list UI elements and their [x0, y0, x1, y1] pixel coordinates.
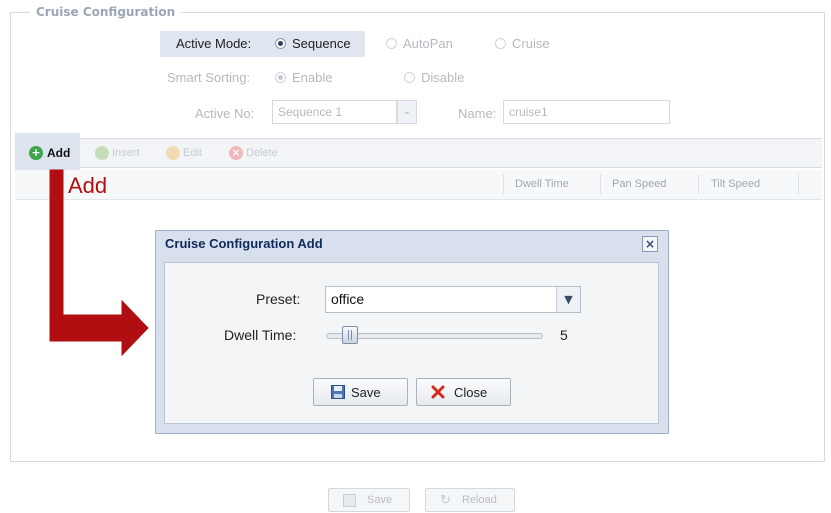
column-pan-speed[interactable]: Pan Speed: [612, 178, 666, 190]
panel-legend: Cruise Configuration: [30, 5, 182, 19]
add-button[interactable]: Add: [47, 146, 70, 160]
insert-button[interactable]: Insert: [112, 147, 140, 159]
column-dwell-time[interactable]: Dwell Time: [515, 178, 569, 190]
active-mode-label: Active Mode:: [176, 36, 252, 51]
dialog-close-button[interactable]: Close: [416, 378, 511, 406]
grid-header: [15, 170, 822, 200]
dwell-time-value: 5: [560, 327, 568, 343]
add-icon[interactable]: +: [29, 146, 43, 160]
column-separator: [798, 174, 799, 194]
dialog-save-button[interactable]: Save: [313, 378, 408, 406]
chevron-down-icon[interactable]: ▼: [556, 287, 580, 312]
delete-icon[interactable]: ×: [229, 146, 243, 160]
active-no-select[interactable]: Sequence 1: [272, 100, 397, 124]
radio-enable[interactable]: [275, 72, 286, 83]
dwell-time-slider-track[interactable]: [326, 333, 543, 339]
column-separator: [503, 174, 504, 194]
column-separator: [698, 174, 699, 194]
edit-icon[interactable]: [166, 146, 180, 160]
slider-grip-icon: [348, 330, 352, 340]
radio-autopan-label[interactable]: AutoPan: [403, 36, 453, 51]
reload-icon: ↻: [440, 492, 451, 507]
name-label: Name:: [458, 106, 497, 121]
column-tilt-speed[interactable]: Tilt Speed: [711, 178, 760, 190]
edit-button[interactable]: Edit: [183, 147, 202, 159]
preset-label: Preset:: [256, 291, 301, 307]
dialog-title: Cruise Configuration Add: [165, 236, 323, 251]
dialog-save-label: Save: [351, 385, 381, 400]
save-icon: [331, 385, 345, 399]
radio-cruise[interactable]: [495, 38, 506, 49]
name-input[interactable]: cruise1: [503, 100, 670, 124]
dialog-close-label: Close: [454, 385, 488, 400]
close-icon[interactable]: ×: [642, 236, 658, 252]
delete-button[interactable]: Delete: [246, 147, 278, 159]
smart-sorting-label: Smart Sorting:: [167, 70, 251, 85]
column-separator: [600, 174, 601, 194]
radio-disable-label[interactable]: Disable: [421, 70, 464, 85]
footer-reload-label: Reload: [462, 494, 497, 506]
dwell-time-label: Dwell Time:: [224, 327, 297, 343]
active-no-label: Active No:: [195, 106, 255, 121]
save-icon: [343, 494, 356, 507]
radio-enable-label[interactable]: Enable: [292, 70, 332, 85]
footer-save-button[interactable]: Save: [328, 488, 410, 512]
chevron-down-icon[interactable]: ⌄: [397, 100, 417, 124]
callout-label: Add: [68, 173, 108, 198]
footer-reload-button[interactable]: ↻ Reload: [425, 488, 515, 512]
x-icon: [431, 385, 445, 399]
radio-autopan[interactable]: [386, 38, 397, 49]
radio-sequence[interactable]: [275, 38, 286, 49]
footer-save-label: Save: [367, 494, 393, 506]
radio-cruise-label[interactable]: Cruise: [512, 36, 550, 51]
insert-icon[interactable]: [95, 146, 109, 160]
radio-sequence-label[interactable]: Sequence: [292, 36, 351, 51]
radio-disable[interactable]: [404, 72, 415, 83]
preset-select[interactable]: office: [325, 286, 581, 313]
